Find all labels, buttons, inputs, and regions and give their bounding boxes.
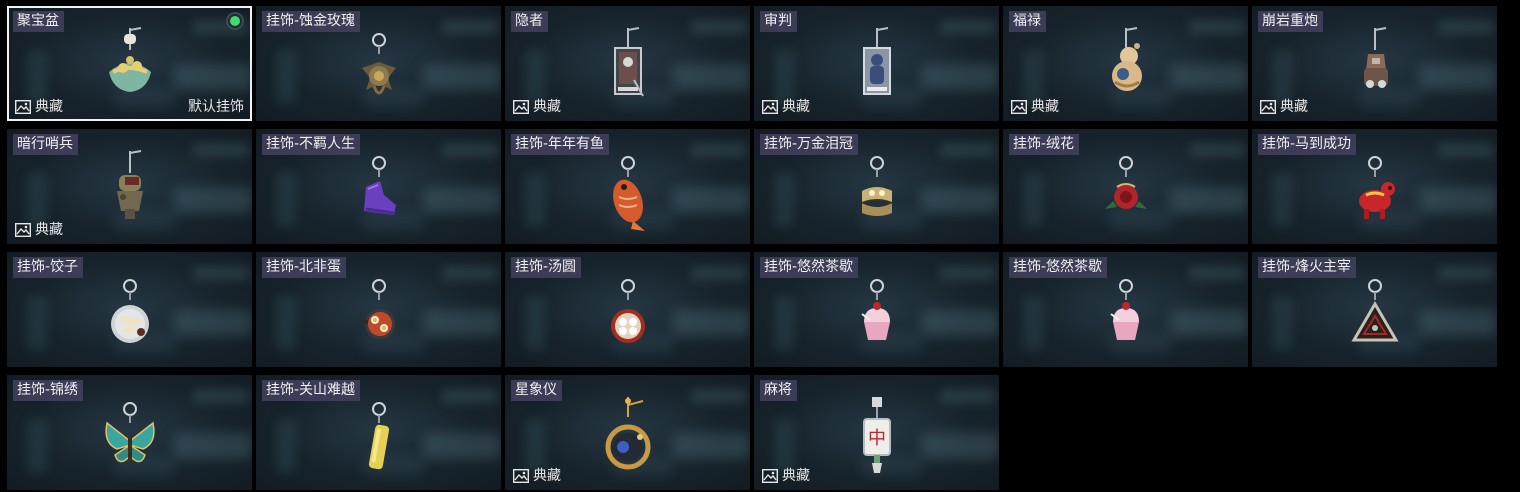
collection-image-icon <box>762 100 778 114</box>
charm-card[interactable]: 挂饰-年年有鱼 <box>505 129 750 244</box>
rock-cannon-icon <box>1340 24 1410 116</box>
charm-name: 隐者 <box>511 11 548 32</box>
charm-card[interactable]: 挂饰-烽火主宰 <box>1252 252 1497 367</box>
charm-name: 星象仪 <box>511 380 562 401</box>
charm-card[interactable]: 挂饰-关山难越 <box>256 375 501 490</box>
charm-card[interactable]: 挂饰-悠然茶歇 <box>1003 252 1248 367</box>
gold-rose-icon <box>344 24 414 116</box>
charm-name: 崩岩重炮 <box>1258 11 1323 32</box>
collection-tag: 典藏 <box>513 98 561 116</box>
default-charm-label: 默认挂饰 <box>188 99 244 115</box>
collection-image-icon <box>1260 100 1276 114</box>
charm-name: 聚宝盆 <box>13 11 64 32</box>
charm-card[interactable]: 挂饰-不羁人生 <box>256 129 501 244</box>
charm-card[interactable]: 挂饰-饺子 <box>7 252 252 367</box>
collection-label: 典藏 <box>1031 99 1059 115</box>
collection-image-icon <box>762 469 778 483</box>
tear-crown-icon <box>842 147 912 239</box>
equipped-indicator-icon <box>226 12 244 30</box>
charm-card[interactable]: 麻将中典藏 <box>754 375 999 490</box>
cupcake-icon <box>1091 270 1161 362</box>
collection-label: 典藏 <box>533 468 561 484</box>
tangyuan-bowl-icon <box>593 270 663 362</box>
hermit-card-icon <box>593 24 663 116</box>
charm-card[interactable]: 挂饰-悠然茶歇 <box>754 252 999 367</box>
charm-card[interactable]: 隐者典藏 <box>505 6 750 121</box>
collection-image-icon <box>15 100 31 114</box>
collection-tag: 典藏 <box>513 467 561 485</box>
charm-card[interactable]: 暗行哨兵典藏 <box>7 129 252 244</box>
charm-card[interactable]: 聚宝盆典藏 默认挂饰 <box>7 6 252 121</box>
charm-name: 福禄 <box>1009 11 1046 32</box>
collection-image-icon <box>513 469 529 483</box>
charm-name: 挂饰-饺子 <box>13 257 84 278</box>
charm-card[interactable]: 挂饰-马到成功 <box>1252 129 1497 244</box>
gourd-icon <box>1091 24 1161 116</box>
charm-card[interactable]: 挂饰-汤圆 <box>505 252 750 367</box>
sentinel-icon <box>95 147 165 239</box>
dumpling-plate-icon <box>95 270 165 362</box>
charm-grid: 聚宝盆 典藏 默认挂饰 挂饰-蚀金玫瑰 隐者 典藏 审判 典藏 福禄 典藏 崩岩重炮 典藏 暗行哨兵 典藏… <box>0 0 1520 492</box>
butterfly-icon <box>95 393 165 485</box>
charm-name: 审判 <box>760 11 797 32</box>
shakshuka-pan-icon <box>344 270 414 362</box>
triangle-emblem-icon <box>1340 270 1410 362</box>
collection-tag: 典藏 <box>762 98 810 116</box>
charm-name: 挂饰-北非蛋 <box>262 257 347 278</box>
charm-name: 挂饰-汤圆 <box>511 257 582 278</box>
charm-card[interactable]: 崩岩重炮典藏 <box>1252 6 1497 121</box>
collection-label: 典藏 <box>782 468 810 484</box>
cupcake-icon <box>842 270 912 362</box>
collection-tag: 典藏 <box>15 98 63 116</box>
charm-card[interactable]: 挂饰-北非蛋 <box>256 252 501 367</box>
mahjong-tile-icon: 中 <box>842 393 912 485</box>
charm-name: 挂饰-锦绣 <box>13 380 84 401</box>
charm-card[interactable]: 挂饰-绒花 <box>1003 129 1248 244</box>
judgement-card-icon <box>842 24 912 116</box>
collection-tag: 典藏 <box>1011 98 1059 116</box>
collection-label: 典藏 <box>35 222 63 238</box>
charm-card[interactable]: 星象仪典藏 <box>505 375 750 490</box>
horse-icon <box>1340 147 1410 239</box>
charm-card[interactable]: 挂饰-锦绣 <box>7 375 252 490</box>
charm-name: 暗行哨兵 <box>13 134 78 155</box>
collection-tag: 典藏 <box>762 467 810 485</box>
collection-tag: 典藏 <box>1260 98 1308 116</box>
svg-text:中: 中 <box>868 428 886 449</box>
treasure-bowl-icon <box>95 24 165 116</box>
collection-label: 典藏 <box>1280 99 1308 115</box>
orrery-icon <box>593 393 663 485</box>
collection-tag: 典藏 <box>15 221 63 239</box>
velvet-flower-icon <box>1091 147 1161 239</box>
collection-label: 典藏 <box>35 99 63 115</box>
collection-image-icon <box>513 100 529 114</box>
charm-card[interactable]: 审判典藏 <box>754 6 999 121</box>
fish-icon <box>593 147 663 239</box>
collection-image-icon <box>1011 100 1027 114</box>
charm-name: 麻将 <box>760 380 797 401</box>
sneaker-icon <box>344 147 414 239</box>
charm-card[interactable]: 挂饰-万金泪冠 <box>754 129 999 244</box>
collection-label: 典藏 <box>782 99 810 115</box>
collection-label: 典藏 <box>533 99 561 115</box>
collection-image-icon <box>15 223 31 237</box>
charm-name: 挂饰-绒花 <box>1009 134 1080 155</box>
charm-card[interactable]: 挂饰-蚀金玫瑰 <box>256 6 501 121</box>
charm-card[interactable]: 福禄典藏 <box>1003 6 1248 121</box>
yellow-stick-icon <box>344 393 414 485</box>
